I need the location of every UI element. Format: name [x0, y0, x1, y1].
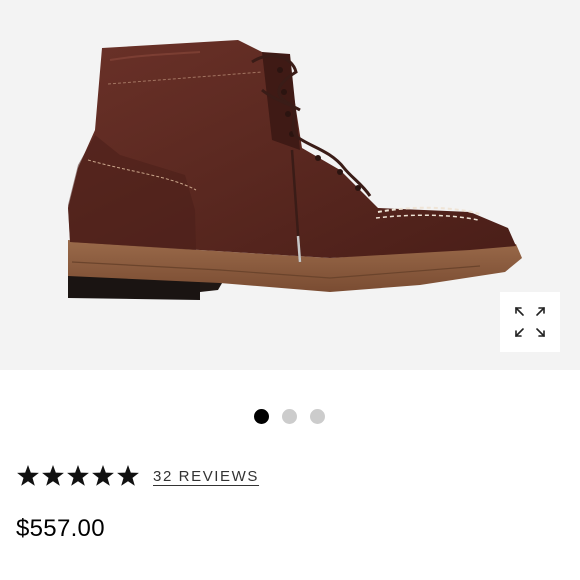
carousel-indicator	[0, 409, 580, 425]
star-icon	[42, 465, 64, 486]
star-icon	[92, 465, 114, 486]
boot-image	[68, 40, 522, 300]
rating-row: 32 REVIEWS	[16, 462, 416, 492]
star-icon	[17, 465, 39, 486]
star-rating	[17, 465, 139, 486]
product-price: $557.00	[16, 515, 105, 542]
star-icon	[117, 465, 139, 486]
carousel-dot-3[interactable]	[310, 409, 325, 424]
carousel-dot-1[interactable]	[254, 409, 269, 424]
reviews-link[interactable]: 32 REVIEWS	[153, 468, 259, 485]
carousel-dot-2[interactable]	[282, 409, 297, 424]
product-image[interactable]	[0, 0, 580, 370]
star-icon	[67, 465, 89, 486]
expand-image-button[interactable]	[500, 292, 560, 352]
expand-arrows-icon	[515, 307, 545, 337]
